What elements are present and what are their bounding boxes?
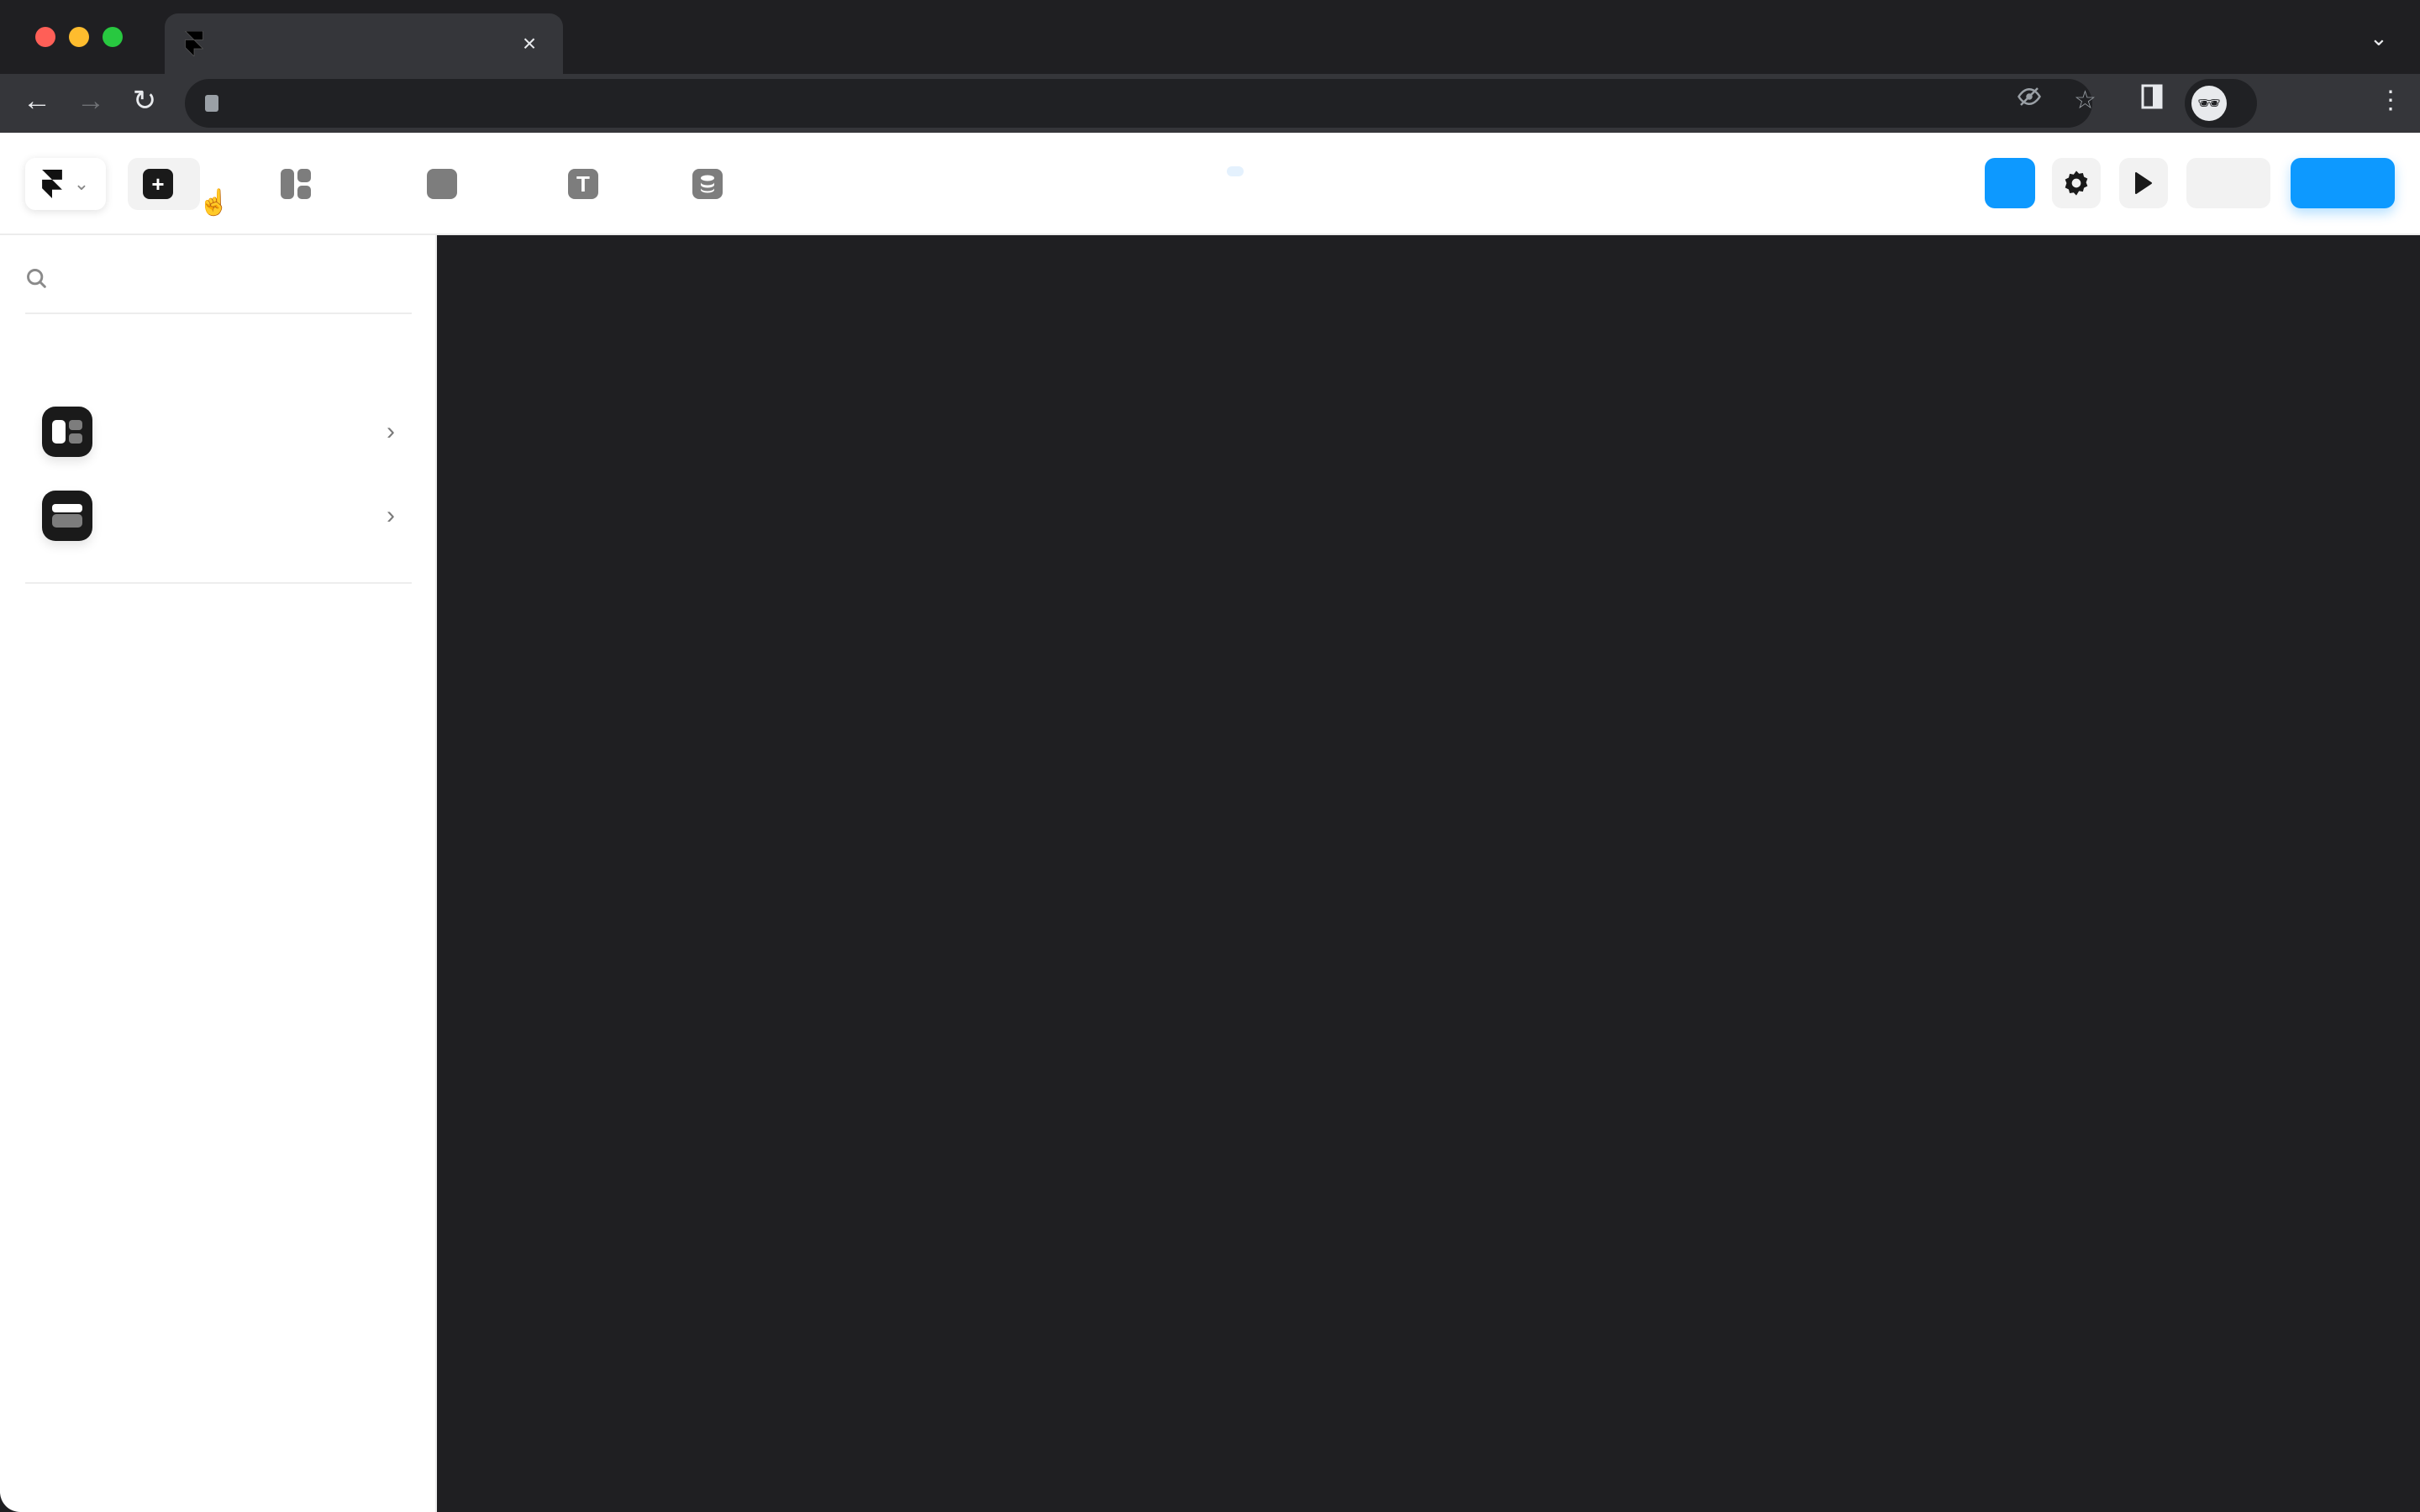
lock-icon xyxy=(205,95,218,112)
sections-icon xyxy=(42,407,92,457)
sidepanel-icon[interactable] xyxy=(2141,84,2163,118)
browser-chrome: × ⌄ ← → ↻ ☆ 🕶 ⋮ xyxy=(0,0,2420,133)
text-button[interactable]: T xyxy=(553,158,625,210)
plan-badge xyxy=(1227,166,1244,176)
layout-icon xyxy=(281,169,311,199)
chevron-right-icon: › xyxy=(387,501,395,529)
tab-close-icon[interactable]: × xyxy=(516,30,543,57)
plus-icon: + xyxy=(143,169,173,199)
browser-tab[interactable]: × xyxy=(165,13,563,74)
tracking-protection-icon[interactable] xyxy=(2017,84,2042,118)
incognito-profile-button[interactable]: 🕶 xyxy=(2185,79,2257,128)
layout-button[interactable] xyxy=(266,158,338,210)
list-item-sections[interactable]: › xyxy=(42,406,395,458)
invite-button[interactable] xyxy=(2186,158,2270,208)
back-icon[interactable]: ← xyxy=(18,84,55,118)
framer-favicon-icon xyxy=(185,31,203,56)
reload-icon[interactable]: ↻ xyxy=(126,84,163,118)
preview-button[interactable] xyxy=(2119,158,2168,208)
framer-logo-icon xyxy=(41,170,62,198)
gear-icon xyxy=(2065,171,2088,196)
search-icon xyxy=(27,269,46,288)
play-icon xyxy=(2135,172,2152,194)
bookmark-star-icon[interactable]: ☆ xyxy=(2074,84,2096,118)
publish-button[interactable] xyxy=(2291,158,2395,208)
incognito-icon: 🕶 xyxy=(2191,86,2227,121)
tab-search-chevron-icon[interactable]: ⌄ xyxy=(2370,25,2388,51)
frame-button[interactable] xyxy=(412,158,484,210)
chevron-right-icon: › xyxy=(387,417,395,445)
frame-icon xyxy=(427,169,457,199)
chevron-down-icon: ⌄ xyxy=(73,173,90,194)
search-input[interactable] xyxy=(25,255,412,302)
divider xyxy=(25,582,412,584)
browser-menu-icon[interactable]: ⋮ xyxy=(2378,84,2403,118)
tab-strip: × ⌄ xyxy=(0,0,2420,74)
framer-menu-button[interactable]: ⌄ xyxy=(25,158,106,210)
navigation-icon xyxy=(42,491,92,541)
minimize-window-button[interactable] xyxy=(69,27,89,47)
forward-icon[interactable]: → xyxy=(72,84,109,118)
list-item-navigation[interactable]: › xyxy=(42,490,395,542)
address-bar[interactable] xyxy=(185,79,2092,128)
settings-button[interactable] xyxy=(2052,158,2101,208)
close-window-button[interactable] xyxy=(35,27,55,47)
pointer-hand-cursor-icon: ☝ xyxy=(198,189,230,217)
insert-button[interactable]: + xyxy=(128,158,200,210)
insert-panel: › › xyxy=(0,235,437,1512)
divider xyxy=(25,312,412,314)
user-avatar-button[interactable] xyxy=(1985,158,2035,208)
database-icon xyxy=(692,169,723,199)
editor-topbar: ⌄ + T ☝ xyxy=(0,133,2420,235)
cms-button[interactable] xyxy=(677,158,750,210)
text-icon: T xyxy=(568,169,598,199)
maximize-window-button[interactable] xyxy=(103,27,123,47)
